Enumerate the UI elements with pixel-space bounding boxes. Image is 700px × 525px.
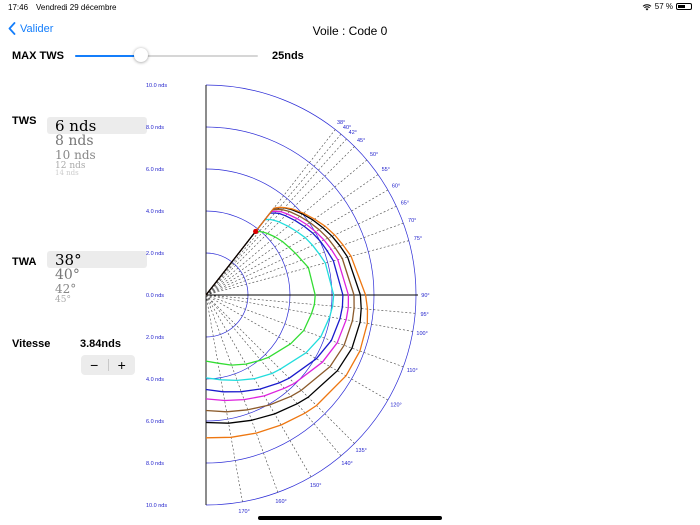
radial-line [205, 294, 243, 502]
angle-label: 45° [357, 138, 365, 144]
radial-tick-label: 2.0 nds [146, 335, 164, 341]
radial-tick-label: 8.0 nds [146, 461, 164, 467]
twa-marker-point [253, 228, 259, 235]
angle-label: 110° [407, 368, 418, 374]
angle-label: 70° [408, 218, 416, 224]
radial-line [205, 294, 342, 457]
angle-label: 95° [420, 312, 428, 318]
angle-label: 42° [349, 130, 357, 136]
angle-label: 60° [392, 183, 400, 189]
twa-marker-line [205, 231, 257, 296]
radial-tick-label: 10.0 nds [146, 503, 167, 509]
polar-chart: 38°40°42°45°50°55°60°65°70°75°90°95°100°… [146, 83, 430, 515]
radial-tick-label: 0.0 nds [146, 293, 164, 299]
radial-line [205, 240, 409, 296]
radial-tick-label: 10.0 nds [146, 83, 167, 89]
angle-label: 100° [416, 331, 427, 337]
angle-label: 135° [355, 448, 366, 454]
angle-label: 120° [390, 403, 401, 409]
radial-line [205, 138, 347, 296]
radial-tick-label: 6.0 nds [146, 167, 164, 173]
radial-tick-label: 4.0 nds [146, 377, 164, 383]
radial-line [205, 189, 389, 296]
polar-curve [205, 210, 350, 402]
polar-curve [205, 206, 369, 439]
polar-curve [205, 230, 316, 366]
angle-label: 140° [341, 461, 352, 467]
home-indicator [258, 516, 442, 520]
angle-label: 150° [310, 483, 321, 489]
polar-curve [205, 207, 362, 424]
angle-label: 75° [414, 236, 422, 242]
radial-tick-label: 6.0 nds [146, 419, 164, 425]
radial-line [205, 294, 413, 332]
radial-tick-label: 8.0 nds [146, 125, 164, 131]
angle-label: 55° [382, 167, 390, 173]
angle-label: 65° [401, 200, 409, 206]
angle-label: 90° [421, 293, 429, 299]
angle-label: 170° [238, 509, 249, 515]
radial-tick-label: 4.0 nds [146, 209, 164, 215]
angle-label: 160° [275, 499, 286, 505]
angle-label: 50° [370, 152, 378, 158]
radial-tick-label: 2.0 nds [146, 251, 164, 257]
radial-line [205, 294, 416, 314]
radial-line [205, 146, 355, 296]
